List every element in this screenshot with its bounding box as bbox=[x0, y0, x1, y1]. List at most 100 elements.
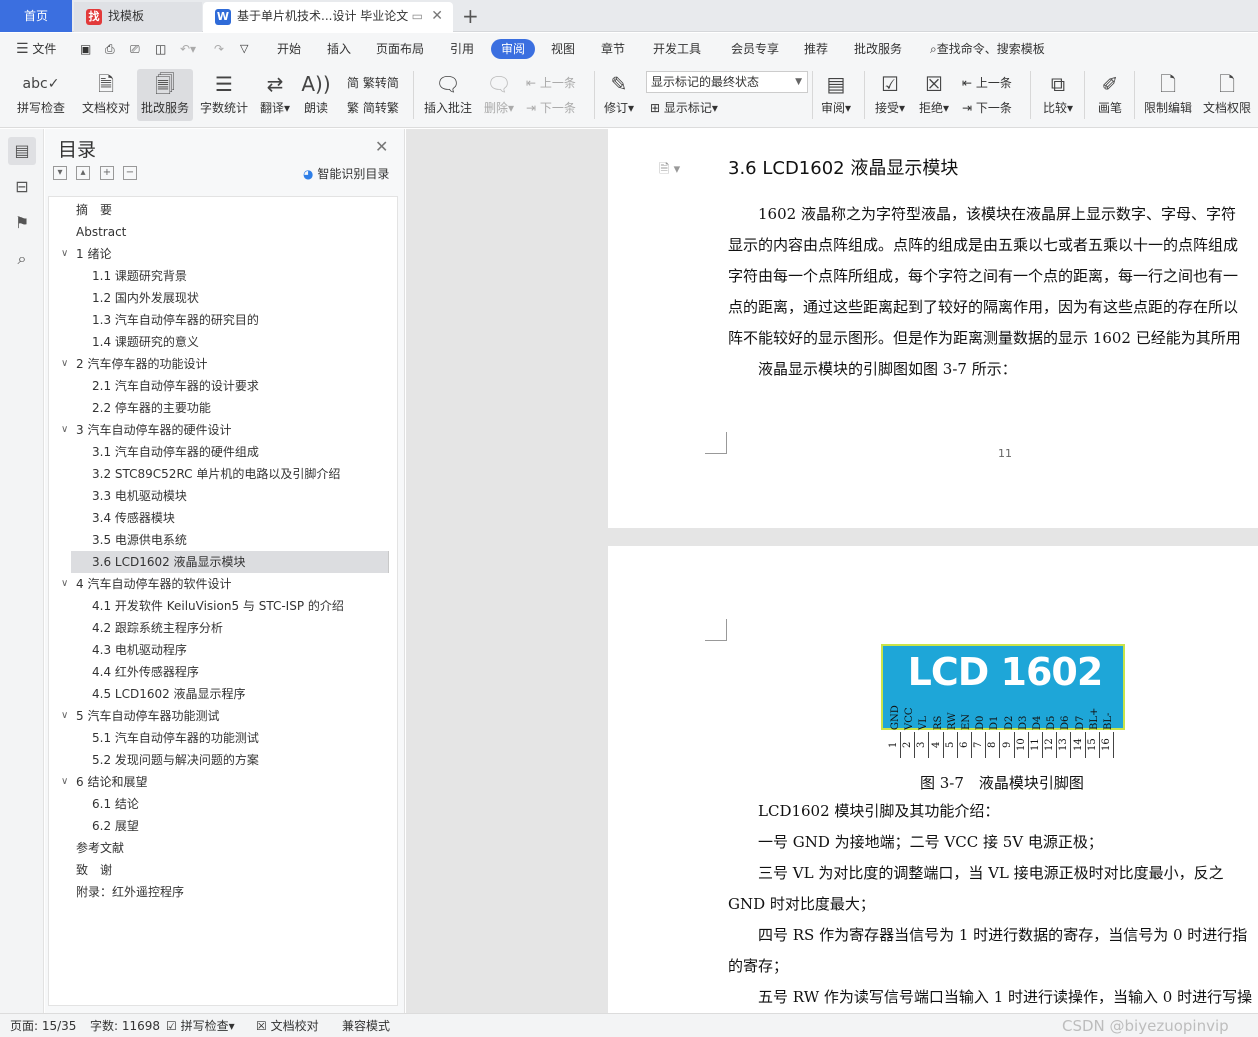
chevron-down-icon[interactable]: ∨ bbox=[61, 353, 68, 375]
status-doc-proofread[interactable]: ☒ 文档校对 bbox=[256, 1014, 319, 1037]
doc-proofread-button[interactable]: 🗎 文档校对 bbox=[78, 69, 134, 121]
menu-insert[interactable]: 插入 bbox=[327, 39, 351, 59]
expand-up-icon[interactable]: ▴ bbox=[76, 166, 90, 180]
revise-button[interactable]: ✎ 修订▾ bbox=[600, 69, 638, 121]
toc-item[interactable]: 摘 要 bbox=[49, 199, 389, 221]
word-count-indicator[interactable]: 字数: 11698 bbox=[90, 1014, 160, 1037]
correction-service-button[interactable]: 🗐 批改服务 bbox=[137, 69, 193, 121]
export-pdf-icon[interactable]: ⎙ bbox=[105, 39, 115, 59]
toc-item[interactable]: ∨ 2 汽车停车器的功能设计 bbox=[49, 353, 389, 375]
toc-item[interactable]: 1.1 课题研究背景 bbox=[49, 265, 389, 287]
read-aloud-button[interactable]: A)) 朗读 bbox=[298, 69, 334, 121]
chevron-down-icon[interactable]: ∨ bbox=[61, 771, 68, 793]
remove-level-icon[interactable]: − bbox=[123, 166, 137, 180]
toc-item[interactable]: 4.1 开发软件 KeiluVision5 与 STC-ISP 的介绍 bbox=[49, 595, 389, 617]
pen-button[interactable]: ✐ 画笔 bbox=[1092, 69, 1128, 121]
menu-member[interactable]: 会员专享 bbox=[731, 39, 779, 59]
add-level-icon[interactable]: + bbox=[100, 166, 114, 180]
chevron-down-icon[interactable]: ∨ bbox=[61, 705, 68, 727]
toc-item[interactable]: 2.1 汽车自动停车器的设计要求 bbox=[49, 375, 389, 397]
toc-item[interactable]: 3.1 汽车自动停车器的硬件组成 bbox=[49, 441, 389, 463]
reject-button[interactable]: ☒ 拒绝▾ bbox=[915, 69, 953, 121]
menu-chapter[interactable]: 章节 bbox=[601, 39, 625, 59]
close-tab-icon[interactable]: ✕ bbox=[431, 2, 443, 30]
toc-item[interactable]: 5.1 汽车自动停车器的功能测试 bbox=[49, 727, 389, 749]
toc-item[interactable]: 1.2 国内外发展现状 bbox=[49, 287, 389, 309]
command-search[interactable]: ⌕查找命令、搜索模板 bbox=[930, 39, 1045, 59]
save-icon[interactable]: ▣ bbox=[80, 39, 91, 59]
chapter-nav-icon[interactable]: ⊟ bbox=[8, 173, 36, 201]
prev-comment-button[interactable]: ⇤ 上一条 bbox=[526, 73, 576, 93]
toc-item[interactable]: 6.2 展望 bbox=[49, 815, 389, 837]
toc-panel-icon[interactable]: ▤ bbox=[8, 137, 36, 165]
compare-button[interactable]: ⧉ 比较▾ bbox=[1038, 69, 1078, 121]
chevron-down-icon[interactable]: ∨ bbox=[61, 573, 68, 595]
toc-item[interactable]: 3.4 传感器模块 bbox=[49, 507, 389, 529]
menu-recommend[interactable]: 推荐 bbox=[804, 39, 828, 59]
simp-to-trad-button[interactable]: 繁 简转繁 bbox=[347, 98, 399, 118]
menu-review[interactable]: 审阅 bbox=[491, 39, 536, 59]
toc-item[interactable]: 2.2 停车器的主要功能 bbox=[49, 397, 389, 419]
page-indicator[interactable]: 页面: 15/35 bbox=[10, 1014, 76, 1037]
file-menu[interactable]: ☰ 文件 bbox=[16, 39, 56, 59]
show-markup-button[interactable]: ⊞ 显示标记▾ bbox=[650, 98, 718, 118]
smart-toc-button[interactable]: ◕ 智能识别目录 bbox=[303, 165, 389, 182]
translate-button[interactable]: ⇄ 翻译▾ bbox=[255, 69, 295, 121]
menu-home[interactable]: 开始 bbox=[277, 39, 301, 59]
undo-icon[interactable]: ↶▾ bbox=[180, 39, 196, 59]
toc-item[interactable]: 4.5 LCD1602 液晶显示程序 bbox=[49, 683, 389, 705]
next-change-button[interactable]: ⇥ 下一条 bbox=[962, 98, 1012, 118]
toc-item[interactable]: ∨ 1 绪论 bbox=[49, 243, 389, 265]
toc-item[interactable]: ∨ 5 汽车自动停车器功能测试 bbox=[49, 705, 389, 727]
delete-comment-button[interactable]: 🗨 删除▾ bbox=[480, 69, 518, 121]
toc-item[interactable]: 3.3 电机驱动模块 bbox=[49, 485, 389, 507]
toc-item[interactable]: 1.4 课题研究的意义 bbox=[49, 331, 389, 353]
tab-home[interactable]: 首页 bbox=[0, 0, 72, 32]
toc-item[interactable]: 3.2 STC89C52RC 单片机的电路以及引脚介绍 bbox=[49, 463, 389, 485]
toc-item[interactable]: 4.3 电机驱动程序 bbox=[49, 639, 389, 661]
bookmark-icon[interactable]: ⚑ bbox=[8, 209, 36, 237]
markup-state-select[interactable]: 显示标记的最终状态 ▼ bbox=[646, 71, 808, 93]
toc-item[interactable]: 3.5 电源供电系统 bbox=[49, 529, 389, 551]
customize-dropdown-icon[interactable]: ▽ bbox=[240, 39, 248, 59]
new-tab-button[interactable]: + bbox=[462, 4, 479, 28]
review-pane-button[interactable]: ▤ 审阅▾ bbox=[816, 69, 856, 121]
toc-item[interactable]: ∨ 3 汽车自动停车器的硬件设计 bbox=[49, 419, 389, 441]
toc-item[interactable]: 1.3 汽车自动停车器的研究目的 bbox=[49, 309, 389, 331]
next-comment-button[interactable]: ⇥ 下一条 bbox=[526, 98, 576, 118]
prev-change-button[interactable]: ⇤ 上一条 bbox=[962, 73, 1012, 93]
menu-page-layout[interactable]: 页面布局 bbox=[376, 39, 424, 59]
redo-icon[interactable]: ↷ bbox=[214, 39, 224, 59]
print-preview-icon[interactable]: ◫ bbox=[155, 39, 166, 59]
chevron-down-icon[interactable]: ∨ bbox=[61, 243, 68, 265]
close-icon[interactable]: ✕ bbox=[375, 137, 388, 156]
search-icon[interactable]: ⌕ bbox=[8, 245, 36, 273]
collapse-all-icon[interactable]: ▾ bbox=[53, 166, 67, 180]
toc-item[interactable]: 附录：红外遥控程序 bbox=[49, 881, 389, 903]
toc-item[interactable]: ∨ 4 汽车自动停车器的软件设计 bbox=[49, 573, 389, 595]
accept-button[interactable]: ☑ 接受▾ bbox=[871, 69, 909, 121]
print-icon[interactable]: ⎚ bbox=[130, 39, 140, 59]
chevron-down-icon[interactable]: ∨ bbox=[61, 419, 68, 441]
toc-item[interactable]: 6.1 结论 bbox=[49, 793, 389, 815]
word-count-button[interactable]: ☰ 字数统计 bbox=[197, 69, 251, 121]
monitor-icon[interactable]: ▭ bbox=[412, 2, 423, 30]
toc-item[interactable]: Abstract bbox=[49, 221, 389, 243]
menu-dev-tools[interactable]: 开发工具 bbox=[653, 39, 701, 59]
toc-item[interactable]: 5.2 发现问题与解决问题的方案 bbox=[49, 749, 389, 771]
toc-item[interactable]: ∨ 6 结论和展望 bbox=[49, 771, 389, 793]
toc-item[interactable]: 3.6 LCD1602 液晶显示模块 bbox=[71, 551, 389, 573]
tab-find-template[interactable]: 找 找模板 bbox=[74, 2, 202, 32]
insert-comment-button[interactable]: 🗨 插入批注 bbox=[420, 69, 476, 121]
doc-permission-button[interactable]: 🗋 文档权限 bbox=[1199, 69, 1255, 121]
status-spell-check[interactable]: ☑ 拼写检查▾ bbox=[166, 1014, 235, 1037]
menu-view[interactable]: 视图 bbox=[551, 39, 575, 59]
spell-check-button[interactable]: abc✓ 拼写检查 bbox=[10, 69, 72, 121]
toc-item[interactable]: 4.4 红外传感器程序 bbox=[49, 661, 389, 683]
toc-item[interactable]: 4.2 跟踪系统主程序分析 bbox=[49, 617, 389, 639]
toc-item[interactable]: 参考文献 bbox=[49, 837, 389, 859]
paragraph-icon[interactable]: 🗎 ▾ bbox=[659, 160, 680, 182]
trad-to-simp-button[interactable]: 简 繁转简 bbox=[347, 73, 399, 93]
tab-document[interactable]: W 基于单片机技术...设计 毕业论文 ▭ ✕ bbox=[203, 2, 453, 32]
menu-references[interactable]: 引用 bbox=[450, 39, 474, 59]
